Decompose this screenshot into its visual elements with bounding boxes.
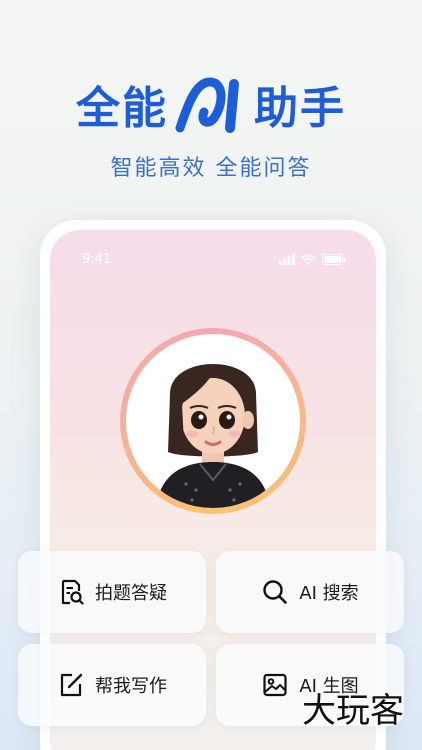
feature-label: 拍题答疑 xyxy=(95,583,167,604)
status-bar: 9:41 xyxy=(82,252,346,267)
search-icon xyxy=(263,580,288,604)
feature-label: AI 搜索 xyxy=(299,583,359,604)
status-time: 9:41 xyxy=(82,252,112,267)
watermark-text: 大玩客 xyxy=(302,691,404,731)
image-icon xyxy=(263,673,287,697)
battery-icon xyxy=(322,254,346,265)
ai-logo-mark xyxy=(175,77,239,133)
wifi-icon xyxy=(301,254,316,265)
signal-icon xyxy=(279,254,295,265)
feature-card-writing[interactable]: 帮我写作 xyxy=(18,644,206,726)
feature-label: 帮我写作 xyxy=(95,676,167,697)
hero-title-left: 全能 xyxy=(76,83,168,134)
hero-subtitle: 智能高效 全能问答 xyxy=(110,156,312,181)
hero-title-right: 助手 xyxy=(254,83,346,134)
scan-question-icon xyxy=(61,579,84,605)
assistant-avatar-illustration xyxy=(156,364,270,508)
feature-card-photo-question[interactable]: 拍题答疑 xyxy=(18,551,206,633)
edit-icon xyxy=(60,673,83,697)
avatar[interactable] xyxy=(120,328,306,514)
feature-card-ai-search[interactable]: AI 搜索 xyxy=(216,551,404,633)
hero-title: 全能 助手 xyxy=(0,72,422,136)
